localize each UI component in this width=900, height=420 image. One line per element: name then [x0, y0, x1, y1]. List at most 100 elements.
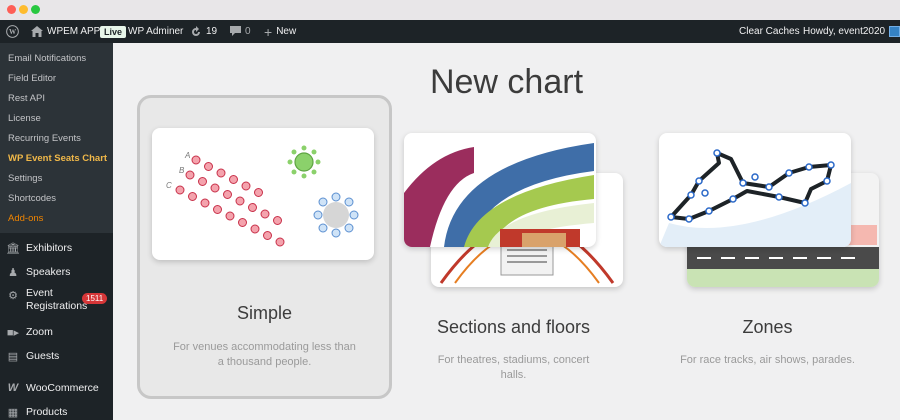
- comment-icon: [230, 26, 241, 36]
- clear-caches-link[interactable]: Clear Caches: [739, 20, 800, 43]
- registrations-count-badge: 1511: [82, 293, 108, 304]
- submenu-shortcodes[interactable]: Shortcodes: [8, 193, 56, 204]
- seat-icon: [241, 181, 251, 191]
- submenu-rest-api[interactable]: Rest API: [8, 93, 45, 104]
- submenu-license[interactable]: License: [8, 113, 41, 124]
- minimize-window-button[interactable]: [19, 5, 28, 14]
- svg-text:W: W: [9, 28, 17, 36]
- main-content: New chart A B C Simple For venues accomm…: [113, 43, 900, 420]
- menu-label-wrap: Event Registrations: [26, 287, 87, 313]
- wordpress-logo-icon[interactable]: W: [6, 20, 19, 43]
- site-name-link[interactable]: WPEM APP: [31, 20, 100, 43]
- seat-icon: [229, 175, 238, 184]
- seat-icon: [273, 216, 282, 225]
- menu-label-line2: Registrations: [26, 300, 88, 312]
- products-icon: ▦: [7, 406, 19, 419]
- video-icon: ■▸: [6, 326, 20, 339]
- seat-icon: [185, 170, 195, 180]
- submenu-field-editor[interactable]: Field Editor: [8, 73, 56, 84]
- seat-icon: [210, 183, 220, 193]
- guests-icon: ▤: [7, 350, 19, 363]
- building-icon: 🏛︎: [6, 242, 20, 255]
- admin-name-link[interactable]: WP Adminer: [128, 20, 183, 43]
- submenu-settings[interactable]: Settings: [8, 173, 42, 184]
- seat-icon: [200, 198, 210, 208]
- round-table-green: [287, 145, 321, 179]
- sections-preview-front: [404, 133, 596, 247]
- row-label-a: A: [184, 151, 190, 160]
- seat-icon: [248, 203, 257, 212]
- card-title: Simple: [236, 303, 293, 323]
- menu-label: Products: [26, 406, 68, 418]
- menu-products[interactable]: ▦ Products: [0, 403, 113, 420]
- row-label-c: C: [166, 181, 172, 190]
- howdy-text: Howdy, event2020: [803, 26, 886, 37]
- simple-preview-image: A B C: [152, 128, 374, 260]
- card-description: For race tracks, air shows, parades.: [680, 354, 855, 366]
- seat-icon: [198, 177, 207, 186]
- seat-icon: [238, 218, 247, 227]
- submenu-email-notifications[interactable]: Email Notifications: [8, 53, 86, 64]
- refresh-icon: [192, 25, 200, 36]
- chart-type-card-sections[interactable]: Sections and floors For theatres, stadiu…: [401, 131, 626, 401]
- menu-label: Event: [26, 287, 53, 299]
- round-table-gray: [313, 192, 359, 238]
- updates-link[interactable]: 19: [190, 20, 217, 43]
- plus-icon: +: [264, 23, 273, 40]
- menu-label: WooCommerce: [26, 382, 99, 394]
- live-badge: Live: [100, 25, 127, 38]
- admin-sidebar: Email Notifications Field Editor Rest AP…: [0, 43, 113, 420]
- menu-label: Zoom: [26, 326, 53, 338]
- menu-label: Speakers: [26, 266, 71, 278]
- seat-icon: [213, 205, 222, 214]
- card-description: For theatres, stadiums, concert halls.: [437, 354, 590, 381]
- seat-icon: [204, 162, 213, 171]
- menu-speakers[interactable]: ♟︎ Speakers: [0, 263, 113, 281]
- submenu-recurring-events[interactable]: Recurring Events: [8, 133, 81, 144]
- seat-icon: [175, 185, 185, 195]
- woocommerce-icon: W: [7, 382, 19, 394]
- new-content-link[interactable]: + New: [264, 20, 296, 43]
- comments-count: 0: [245, 26, 251, 37]
- seat-icon: [260, 209, 270, 219]
- avatar: [889, 26, 900, 37]
- card-title: Zones: [742, 317, 793, 337]
- comments-link[interactable]: 0: [230, 20, 251, 43]
- menu-woocommerce[interactable]: W WooCommerce: [0, 379, 113, 397]
- seat-icon: [225, 211, 235, 221]
- site-name: WPEM APP: [47, 26, 101, 37]
- menu-event-registrations[interactable]: ⚙︎ Event Registrations 1511: [0, 287, 113, 315]
- seat-icon: [263, 231, 272, 240]
- seat-icon: [216, 168, 226, 178]
- zones-preview-front: [659, 133, 851, 247]
- account-link[interactable]: Howdy, event2020: [803, 20, 900, 43]
- submenu-add-ons[interactable]: Add-ons: [8, 213, 43, 224]
- card-description: For venues accommodating less than a tho…: [173, 341, 356, 368]
- close-window-button[interactable]: [7, 5, 16, 14]
- menu-guests[interactable]: ▤ Guests: [0, 347, 113, 365]
- menu-zoom[interactable]: ■▸ Zoom: [0, 323, 113, 341]
- updates-count: 19: [206, 26, 218, 37]
- chart-type-card-simple[interactable]: A B C Simple For venues accommodating le…: [137, 95, 392, 399]
- menu-label: Guests: [26, 350, 60, 362]
- row-label-b: B: [179, 166, 185, 175]
- seat-icon: [188, 192, 197, 201]
- seat-icon: [250, 224, 260, 234]
- submenu-seats-chart[interactable]: WP Event Seats Chart: [8, 153, 107, 164]
- menu-label: Exhibitors: [26, 242, 73, 254]
- menu-exhibitors[interactable]: 🏛︎ Exhibitors: [0, 239, 113, 257]
- seat-icon: [191, 155, 201, 165]
- seat-icon: [275, 237, 285, 247]
- new-label: New: [276, 26, 297, 37]
- zoom-window-button[interactable]: [31, 5, 40, 14]
- seat-icon: [254, 188, 263, 197]
- card-title: Sections and floors: [436, 317, 591, 337]
- admin-bar: W WPEM APP Live WP Adminer 19 0 + New Cl…: [0, 20, 900, 43]
- events-submenu: Email Notifications Field Editor Rest AP…: [0, 43, 113, 233]
- registrations-icon: ⚙︎: [8, 290, 18, 302]
- home-icon: [31, 26, 43, 37]
- chart-type-card-zones[interactable]: Zones For race tracks, air shows, parade…: [645, 131, 890, 401]
- seat-icon: [223, 190, 232, 199]
- users-icon: ♟︎: [8, 266, 18, 279]
- seat-icon: [235, 196, 245, 206]
